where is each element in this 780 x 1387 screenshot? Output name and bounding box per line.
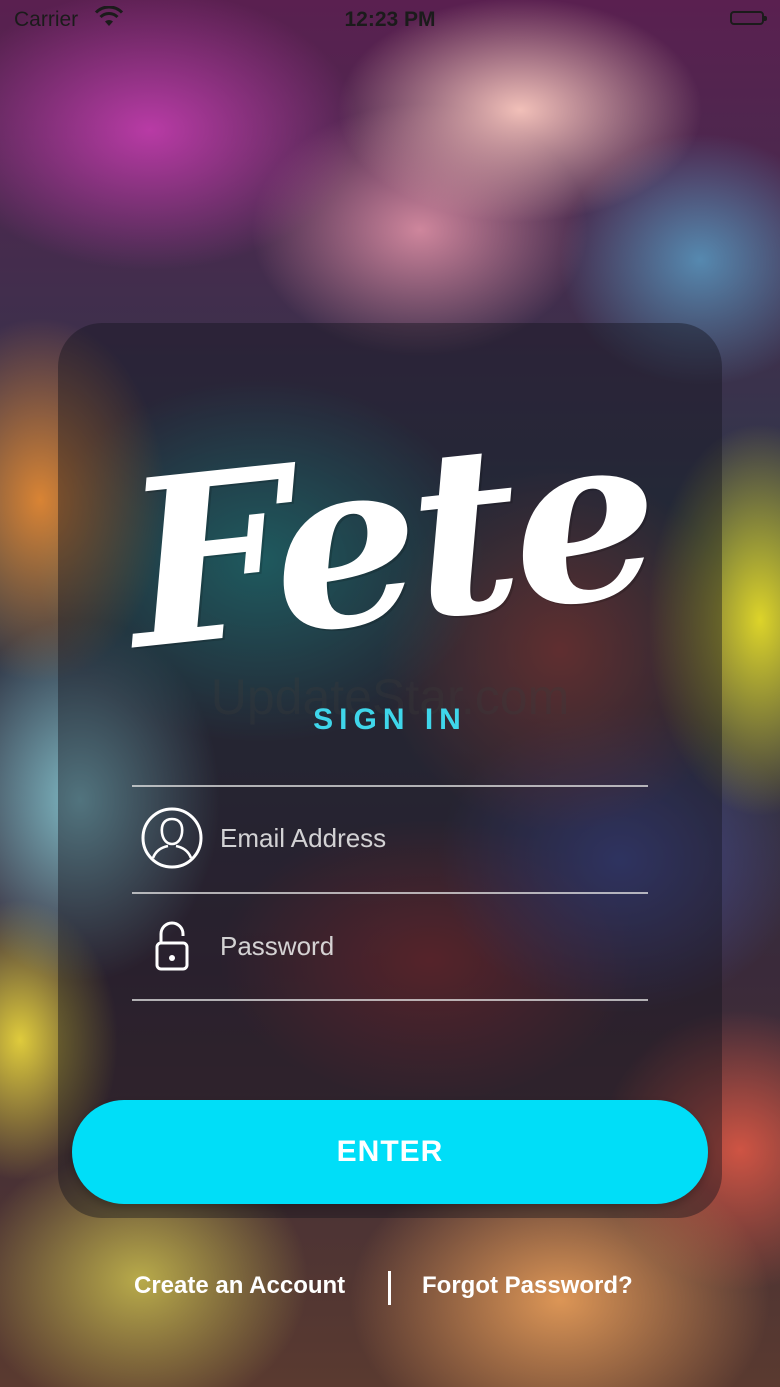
clock-time: 12:23 PM: [344, 8, 436, 31]
user-circle-icon: [140, 806, 204, 870]
divider: [132, 999, 648, 1001]
sign-in-heading: SIGN IN: [313, 703, 467, 736]
create-account-link[interactable]: Create an Account: [134, 1272, 345, 1300]
battery-icon: [730, 11, 767, 25]
password-field-row: [132, 894, 648, 998]
status-bar: Carrier 12:23 PM: [0, 0, 780, 40]
email-input[interactable]: [218, 812, 642, 864]
lock-icon: [140, 914, 204, 978]
forgot-password-link[interactable]: Forgot Password?: [422, 1272, 633, 1300]
email-field-row: [132, 786, 648, 890]
password-input[interactable]: [218, 920, 642, 972]
link-separator: [388, 1271, 391, 1305]
enter-button[interactable]: ENTER: [72, 1100, 708, 1204]
